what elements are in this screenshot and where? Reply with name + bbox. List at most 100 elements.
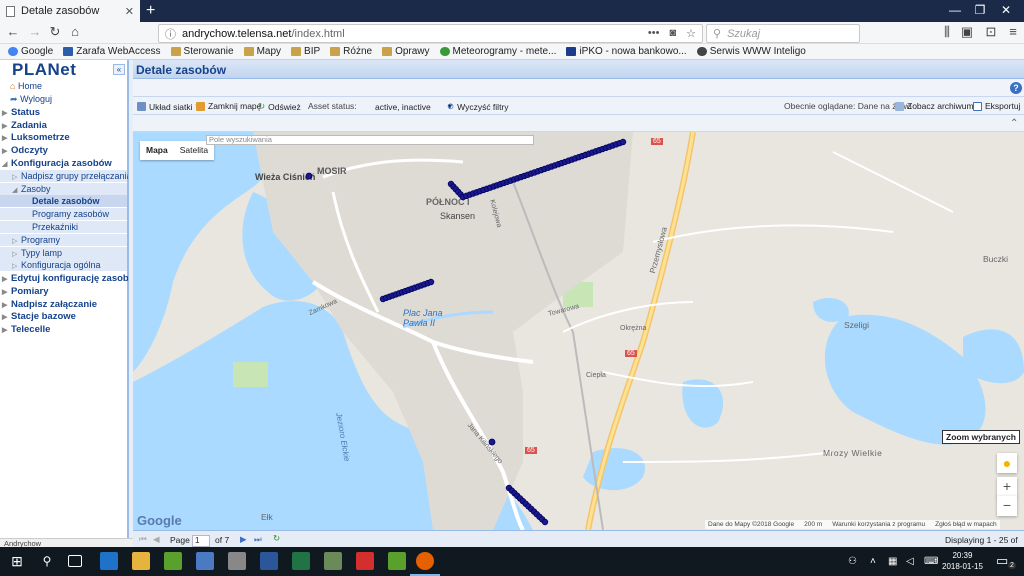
sidebar-icon[interactable]: ▣	[958, 24, 976, 40]
close-window-icon[interactable]: ✕	[996, 3, 1016, 17]
first-page-icon[interactable]: ⏮	[139, 534, 147, 545]
sidebar-item-edytuj-konfiguracje[interactable]: ▶ Edytuj konfigurację zasobów	[2, 273, 142, 284]
restore-icon[interactable]: ❐	[970, 3, 990, 17]
sidebar-item-luksometrze[interactable]: ▶ Luksometrze	[2, 132, 70, 143]
zoom-in-button[interactable]: +	[997, 477, 1017, 497]
sidebar-item-stacje-bazowe[interactable]: ▶ Stacje bazowe	[2, 311, 76, 322]
prev-page-icon[interactable]: ◀	[153, 534, 160, 545]
bookmark-sterowanie[interactable]: Sterowanie	[170, 46, 234, 57]
info-icon[interactable]: ⓘ	[165, 26, 176, 42]
map-canvas[interactable]: Wieża Ciśnień MOSIR PÓŁNOC I Skansen Pla…	[133, 132, 1024, 530]
sidebar-item-logout[interactable]: ➦ Wyloguj	[10, 94, 52, 105]
qgis-icon[interactable]	[388, 552, 406, 570]
help-icon[interactable]: ?	[1010, 82, 1022, 94]
pocket-icon[interactable]: ◙	[669, 27, 676, 40]
close-tab-icon[interactable]: ✕	[125, 5, 134, 18]
bookmark-mapy[interactable]: Mapy	[243, 46, 281, 57]
sidebar-item-przekazniki[interactable]: Przekaźniki	[32, 222, 78, 232]
sidebar-item-nadpisz-zalaczanie[interactable]: ▶ Nadpisz załączanie	[2, 299, 97, 310]
bookmark-bip[interactable]: BIP	[291, 46, 320, 57]
zoom-selected-button[interactable]: Zoom wybranych	[942, 430, 1020, 444]
sidebar-item-konfiguracja-zasobow[interactable]: ◢ Konfiguracja zasobów	[2, 158, 112, 169]
page-number-input[interactable]: 1	[192, 535, 210, 547]
pdf-icon[interactable]	[356, 552, 374, 570]
bookmark-oprawy[interactable]: Oprawy	[382, 46, 430, 57]
minimize-icon[interactable]: —	[945, 3, 965, 17]
last-page-icon[interactable]: ⏭	[254, 534, 262, 545]
sidebar-item-detale-zasobow[interactable]: Detale zasobów	[32, 196, 100, 206]
asset-marker[interactable]	[541, 518, 549, 526]
asset-status-select[interactable]: active, inactive ▾	[375, 101, 452, 112]
home-icon[interactable]: ⌂	[66, 24, 84, 39]
asset-marker[interactable]	[619, 138, 627, 146]
url-bar[interactable]: ⓘ andrychow.telensa.net/index.html ••• ◙ ☆	[158, 24, 703, 43]
menu-icon[interactable]: ≡	[1004, 24, 1022, 39]
sidebar-item-nadpisz-grupy[interactable]: ▷ Nadpisz grupy przełączania	[12, 171, 132, 181]
sidebar-item-pomiary[interactable]: ▶ Pomiary	[2, 286, 49, 297]
edge-icon[interactable]	[100, 552, 118, 570]
bookmark-zarafa[interactable]: Zarafa WebAccess	[63, 46, 161, 57]
refresh-button[interactable]: ↻ Odśwież	[258, 101, 301, 112]
sidebar-item-zasoby[interactable]: ◢ Zasoby	[12, 184, 51, 194]
map-search-input[interactable]: Pole wyszukiwania	[206, 135, 534, 145]
map-type-map-button[interactable]: Mapa	[140, 141, 174, 160]
sidebar-item-programy[interactable]: ▷ Programy	[12, 235, 60, 245]
layout-button[interactable]: Układ siatki▾	[137, 101, 200, 112]
volume-icon[interactable]: ◁	[906, 556, 914, 567]
excel-icon[interactable]	[292, 552, 310, 570]
tray-arrow-icon[interactable]: ˄	[870, 556, 876, 567]
terms-link[interactable]: Warunki korzystania z programu	[832, 521, 925, 528]
bookmark-meteo[interactable]: Meteorogramy - mete...	[439, 46, 556, 57]
bookmark-rozne[interactable]: Różne	[330, 46, 372, 57]
forward-icon[interactable]: →	[26, 24, 44, 39]
close-map-button[interactable]: Zamknij mapę	[196, 101, 261, 111]
clear-filters-button[interactable]: ⊘ Wyczyść filtry	[447, 101, 509, 112]
windows-start-icon[interactable]: ⊞	[8, 552, 26, 570]
sidebar-item-status[interactable]: ▶ Status	[2, 107, 40, 118]
screenshot-icon[interactable]: ⊡	[982, 24, 1000, 40]
scroll-up-icon[interactable]: ⌃	[1010, 118, 1018, 129]
more-icon[interactable]: •••	[648, 27, 660, 40]
archive-button[interactable]: Zobacz archiwum	[895, 101, 974, 111]
next-page-icon[interactable]: ▶	[240, 534, 247, 545]
search-icon[interactable]: ⚲	[38, 552, 56, 570]
browser-tab[interactable]: Detale zasobów ✕	[0, 0, 140, 22]
collapse-sidebar-button[interactable]: «	[113, 64, 125, 75]
back-icon[interactable]: ←	[4, 24, 22, 39]
sidebar-item-konfiguracja-ogolna[interactable]: ▷ Konfiguracja ogólna	[12, 260, 101, 270]
network-icon[interactable]: ▦	[888, 556, 897, 567]
sidebar-item-typy-lamp[interactable]: ▷ Typy lamp	[12, 248, 62, 258]
task-view-icon[interactable]	[68, 555, 82, 567]
sidebar-item-home[interactable]: ⌂ Home	[10, 81, 42, 91]
word-icon[interactable]	[260, 552, 278, 570]
bookmark-star-icon[interactable]: ☆	[686, 27, 696, 40]
bookmark-inteligo[interactable]: Serwis WWW Inteligo	[696, 46, 806, 57]
asset-marker[interactable]	[305, 172, 313, 180]
export-button[interactable]: Eksportuj	[973, 101, 1020, 111]
report-link[interactable]: Zgłoś błąd w mapach	[935, 521, 996, 528]
keyboard-icon[interactable]: ⌨	[924, 556, 938, 567]
qgis-icon[interactable]	[164, 552, 182, 570]
app-icon[interactable]	[196, 552, 214, 570]
notifications-icon[interactable]: ▭	[996, 553, 1008, 569]
bookmark-ipko[interactable]: iPKO - nowa bankowo...	[566, 46, 687, 57]
app-icon[interactable]	[324, 552, 342, 570]
clock[interactable]: 20:39 2018-01-15	[942, 550, 983, 572]
zoom-out-button[interactable]: −	[997, 496, 1017, 516]
firefox-icon[interactable]	[416, 552, 434, 570]
people-icon[interactable]: ⚇	[848, 556, 857, 567]
pegman-icon[interactable]: ●	[997, 453, 1017, 473]
sidebar-item-zadania[interactable]: ▶ Zadania	[2, 120, 47, 131]
refresh-icon[interactable]: ↻	[273, 533, 280, 544]
asset-marker[interactable]	[488, 438, 496, 446]
reload-icon[interactable]: ↻	[46, 24, 64, 40]
sidebar-item-telecelle[interactable]: ▶ Telecelle	[2, 324, 50, 335]
bookmark-google[interactable]: Google	[8, 46, 53, 57]
calculator-icon[interactable]	[228, 552, 246, 570]
explorer-icon[interactable]	[132, 552, 150, 570]
library-icon[interactable]: ⫼	[938, 24, 956, 40]
asset-marker[interactable]	[427, 278, 435, 286]
new-tab-button[interactable]: +	[146, 2, 155, 20]
sidebar-item-odczyty[interactable]: ▶ Odczyty	[2, 145, 48, 156]
sidebar-item-programy-zasobow[interactable]: Programy zasobów	[32, 209, 109, 219]
